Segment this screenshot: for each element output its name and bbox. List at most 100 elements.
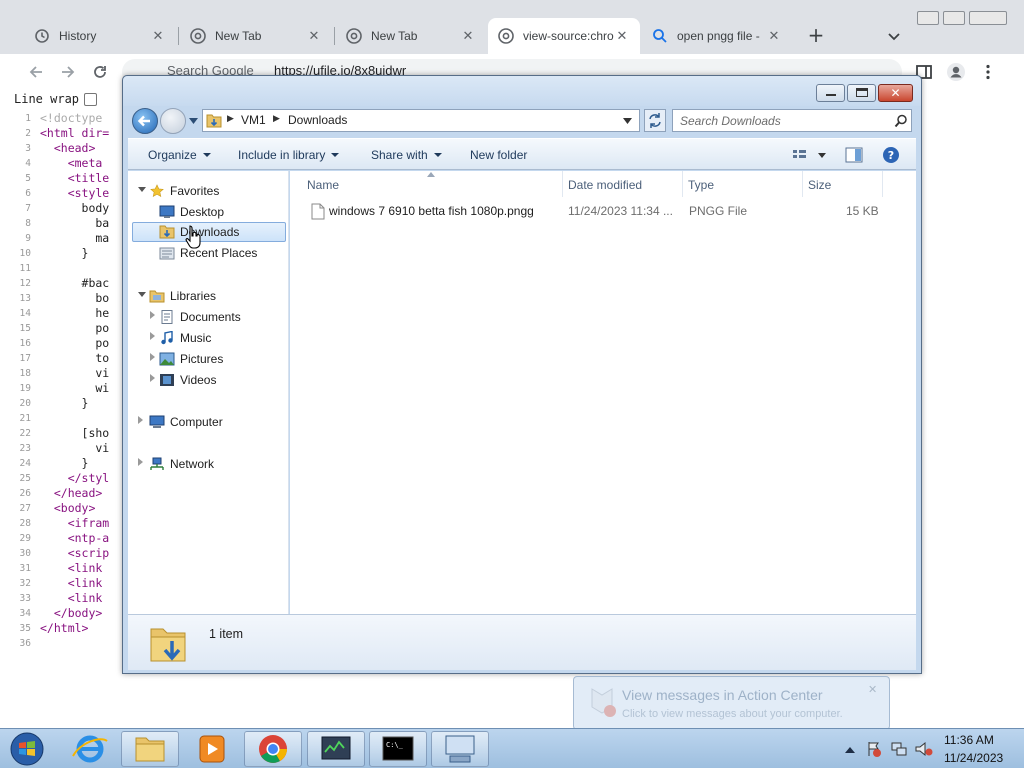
line-wrap-checkbox[interactable] — [84, 92, 98, 106]
view-options-icon[interactable] — [792, 148, 828, 162]
tab-view-source[interactable]: view-source:chro ✕ — [488, 18, 640, 54]
close-window-button[interactable] — [969, 11, 1007, 25]
minimize-button[interactable] — [917, 11, 939, 25]
kebab-menu-icon[interactable] — [978, 62, 998, 82]
source-code-text: bo — [40, 291, 110, 305]
line-wrap-toggle[interactable]: Line wrap — [14, 92, 98, 106]
close-icon[interactable]: ✕ — [306, 28, 322, 44]
search-downloads-input[interactable]: Search Downloads — [672, 109, 912, 132]
expand-pictures-icon[interactable] — [150, 353, 155, 361]
profile-avatar-icon[interactable] — [946, 62, 966, 82]
folder-icon — [135, 737, 165, 762]
nav-computer[interactable]: Computer — [149, 412, 223, 432]
file-list-pane: Name Date modified Type Size windows 7 6… — [290, 171, 916, 614]
recent-pages-chevron-icon[interactable] — [189, 118, 198, 124]
internet-explorer-icon[interactable] — [70, 732, 110, 766]
close-icon[interactable]: ✕ — [460, 28, 476, 44]
explorer-titlebar[interactable]: ✕ — [123, 76, 921, 106]
clock-time[interactable]: 11:36 AM — [944, 733, 994, 747]
column-type[interactable]: Type — [688, 178, 714, 192]
nav-favorites[interactable]: Favorites — [149, 181, 219, 201]
source-line: 14 he — [0, 306, 110, 321]
nav-pictures[interactable]: Pictures — [159, 349, 223, 369]
maximize-button[interactable] — [943, 11, 965, 25]
column-name[interactable]: Name — [307, 178, 339, 192]
nav-recent-places[interactable]: Recent Places — [159, 243, 257, 263]
expand-network-icon[interactable] — [138, 458, 143, 466]
action-center-flag-icon[interactable] — [866, 741, 882, 757]
tab-new-tab-1[interactable]: New Tab ✕ — [180, 18, 332, 54]
line-number: 19 — [19, 383, 31, 394]
expand-videos-icon[interactable] — [150, 374, 155, 382]
taskbar-network-button[interactable] — [431, 731, 489, 767]
column-divider[interactable] — [682, 171, 683, 197]
forward-arrow-icon[interactable] — [58, 62, 78, 82]
nav-downloads[interactable]: Downloads — [132, 222, 286, 242]
nav-network[interactable]: Network — [149, 454, 214, 474]
start-button-icon[interactable] — [8, 731, 46, 767]
column-divider[interactable] — [882, 171, 883, 197]
close-icon[interactable]: ✕ — [614, 28, 630, 44]
chevron-down-icon[interactable] — [882, 24, 906, 48]
help-icon[interactable]: ? — [882, 146, 900, 164]
documents-icon — [161, 310, 173, 324]
search-icon[interactable] — [894, 114, 908, 128]
media-player-icon[interactable] — [192, 732, 232, 766]
breadcrumb-downloads[interactable]: Downloads — [288, 113, 347, 127]
file-type: PNGG File — [689, 204, 748, 218]
nav-libraries[interactable]: Libraries — [149, 286, 216, 306]
nav-videos[interactable]: Videos — [159, 370, 216, 390]
breadcrumb-vm1[interactable]: VM1 — [241, 113, 266, 127]
column-divider[interactable] — [562, 171, 563, 197]
back-arrow-icon[interactable] — [26, 62, 46, 82]
explorer-close-button[interactable]: ✕ — [878, 84, 913, 102]
explorer-refresh-button[interactable] — [644, 109, 666, 132]
organize-button[interactable]: Organize — [148, 148, 211, 162]
nav-desktop[interactable]: Desktop — [159, 202, 224, 222]
source-code-text: </html> — [40, 621, 89, 635]
address-bar[interactable]: ▶ VM1 ▶ Downloads — [202, 109, 640, 132]
column-date-modified[interactable]: Date modified — [568, 178, 642, 192]
tab-new-tab-2[interactable]: New Tab ✕ — [336, 18, 486, 54]
hand-cursor-icon — [185, 225, 201, 249]
taskbar-cmd-button[interactable]: C:\_ — [369, 731, 427, 767]
column-size[interactable]: Size — [808, 178, 831, 192]
expand-favorites-icon[interactable] — [138, 187, 146, 192]
share-with-button[interactable]: Share with — [371, 148, 442, 162]
tab-history[interactable]: History ✕ — [24, 18, 176, 54]
expand-libraries-icon[interactable] — [138, 292, 146, 297]
new-folder-button[interactable]: New folder — [470, 148, 527, 162]
explorer-minimize-button[interactable] — [816, 84, 845, 102]
explorer-maximize-button[interactable] — [847, 84, 876, 102]
show-hidden-icons-icon[interactable] — [845, 745, 855, 753]
nav-music[interactable]: Music — [159, 328, 211, 348]
reload-icon[interactable] — [90, 62, 110, 82]
close-icon[interactable]: ✕ — [150, 28, 166, 44]
volume-muted-icon[interactable] — [915, 741, 933, 757]
explorer-back-button[interactable] — [132, 108, 158, 134]
source-line: 19 wi — [0, 381, 110, 396]
network-status-icon[interactable] — [891, 741, 907, 757]
chevron-down-icon — [202, 153, 211, 157]
file-row[interactable]: windows 7 6910 betta fish 1080p.pngg 11/… — [306, 200, 906, 222]
explorer-window: ✕ ▶ VM1 ▶ Downloads Search Downloads Org… — [122, 75, 922, 674]
tab-search-pngg[interactable]: open pngg file - ✕ — [642, 18, 792, 54]
nav-documents[interactable]: Documents — [159, 307, 241, 327]
close-icon[interactable]: ✕ — [868, 683, 877, 696]
column-divider[interactable] — [802, 171, 803, 197]
taskbar-task-manager-button[interactable] — [307, 731, 365, 767]
taskbar-chrome-button[interactable] — [244, 731, 302, 767]
action-center-notification[interactable]: View messages in Action Center Click to … — [573, 676, 890, 730]
taskbar-explorer-button[interactable] — [121, 731, 179, 767]
expand-music-icon[interactable] — [150, 332, 155, 340]
source-line: 11 — [0, 261, 40, 276]
explorer-forward-button[interactable] — [160, 108, 186, 134]
expand-documents-icon[interactable] — [150, 311, 155, 319]
clock-date[interactable]: 11/24/2023 — [944, 751, 1003, 765]
address-dropdown-icon[interactable] — [623, 118, 632, 124]
include-in-library-button[interactable]: Include in library — [238, 148, 340, 162]
new-tab-button[interactable]: + — [804, 24, 828, 48]
preview-pane-icon[interactable] — [845, 147, 863, 163]
close-icon[interactable]: ✕ — [766, 28, 782, 44]
expand-computer-icon[interactable] — [138, 416, 143, 424]
